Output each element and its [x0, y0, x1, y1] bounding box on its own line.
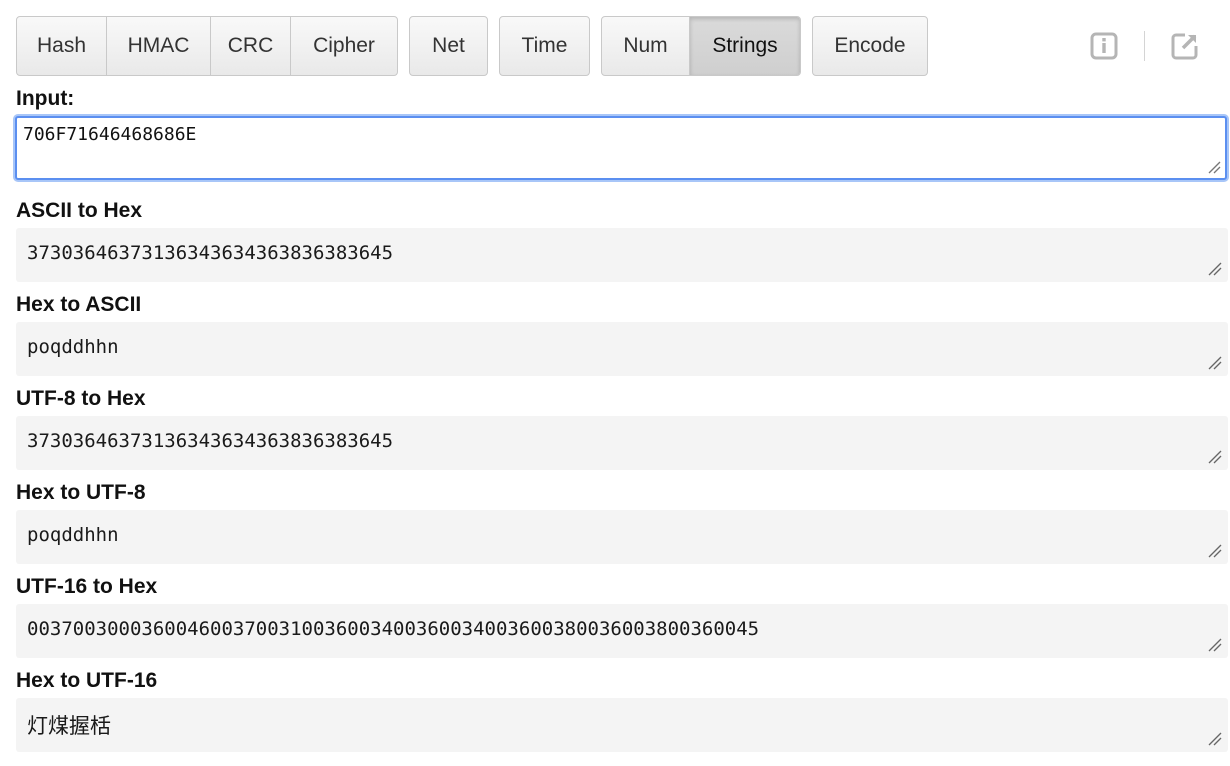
- hex-to-ascii-output[interactable]: poqddhhn: [16, 322, 1228, 376]
- info-icon[interactable]: [1089, 31, 1119, 61]
- net-button[interactable]: Net: [410, 17, 487, 75]
- num-button[interactable]: Num: [602, 17, 690, 75]
- hex-to-utf8-label: Hex to UTF-8: [16, 481, 146, 504]
- time-button[interactable]: Time: [500, 17, 589, 75]
- resize-grip[interactable]: [1208, 450, 1222, 464]
- resize-grip[interactable]: [1208, 638, 1222, 652]
- button-group-crypto: Hash HMAC CRC Cipher: [16, 16, 398, 76]
- utf16-to-hex-value: 0037003000360046003700310036003400360034…: [27, 618, 760, 640]
- resize-grip[interactable]: [1208, 356, 1222, 370]
- hex-to-utf16-label: Hex to UTF-16: [16, 669, 158, 692]
- cipher-button[interactable]: Cipher: [291, 17, 397, 75]
- button-group-time: Time: [499, 16, 590, 76]
- ascii-to-hex-value: 37303646373136343634363836383645: [27, 242, 394, 264]
- button-group-encode: Encode: [812, 16, 928, 76]
- category-toolbar: Hash HMAC CRC Cipher Net Time Num String…: [16, 16, 939, 76]
- encode-button[interactable]: Encode: [813, 17, 927, 75]
- external-link-icon[interactable]: [1170, 31, 1200, 61]
- icon-divider: [1144, 31, 1145, 61]
- resize-grip[interactable]: [1208, 544, 1222, 558]
- resize-grip[interactable]: [1208, 262, 1222, 276]
- utf8-to-hex-output[interactable]: 37303646373136343634363836383645: [16, 416, 1228, 470]
- hex-to-utf16-value: 灯煤握栝: [27, 714, 111, 738]
- crc-button[interactable]: CRC: [211, 17, 291, 75]
- hex-to-utf8-output[interactable]: poqddhhn: [16, 510, 1228, 564]
- header-icons: [1089, 30, 1200, 62]
- hex-to-ascii-label: Hex to ASCII: [16, 293, 142, 316]
- ascii-to-hex-output[interactable]: 37303646373136343634363836383645: [16, 228, 1228, 282]
- utf16-to-hex-output[interactable]: 0037003000360046003700310036003400360034…: [16, 604, 1228, 658]
- utf16-to-hex-label: UTF-16 to Hex: [16, 575, 158, 598]
- ascii-to-hex-label: ASCII to Hex: [16, 199, 143, 222]
- button-group-num-strings: Num Strings: [601, 16, 801, 76]
- input-label: Input:: [16, 87, 75, 110]
- resize-grip[interactable]: [1208, 732, 1222, 746]
- strings-button[interactable]: Strings: [690, 17, 800, 75]
- utf8-to-hex-label: UTF-8 to Hex: [16, 387, 146, 410]
- input-textarea[interactable]: 706F71646468686E: [15, 116, 1227, 180]
- utf8-to-hex-value: 37303646373136343634363836383645: [27, 430, 394, 452]
- hex-to-utf8-value: poqddhhn: [27, 524, 119, 546]
- hex-to-ascii-value: poqddhhn: [27, 336, 119, 358]
- hash-button[interactable]: Hash: [17, 17, 107, 75]
- hex-to-utf16-output[interactable]: 灯煤握栝: [16, 698, 1228, 752]
- hmac-button[interactable]: HMAC: [107, 17, 211, 75]
- input-resize-grip[interactable]: [1207, 160, 1221, 174]
- button-group-net: Net: [409, 16, 488, 76]
